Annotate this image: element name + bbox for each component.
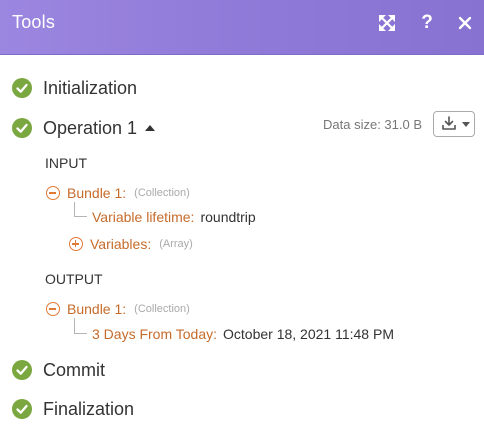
collapse-minus-icon[interactable]	[46, 302, 60, 316]
input-bundle-row[interactable]: Bundle 1: (Collection)	[46, 184, 190, 202]
output-bundle-row[interactable]: Bundle 1: (Collection)	[46, 300, 190, 318]
stage-label: Operation 1	[43, 117, 138, 138]
variable-lifetime-row: Variable lifetime: roundtrip	[92, 208, 256, 226]
bundle-type: (Collection)	[134, 303, 190, 315]
stage-commit[interactable]: Commit	[12, 358, 105, 382]
collapse-caret-icon[interactable]	[145, 125, 156, 131]
variable-lifetime-value: roundtrip	[200, 209, 256, 225]
stage-operation[interactable]: Operation 1	[12, 116, 156, 140]
bundle-key: Bundle 1:	[67, 185, 127, 201]
stage-initialization[interactable]: Initialization	[12, 76, 137, 100]
output-label: OUTPUT	[45, 271, 103, 287]
panel-header: Tools ?	[0, 0, 484, 55]
collapse-minus-icon[interactable]	[46, 186, 60, 200]
date-key: 3 Days From Today:	[92, 326, 218, 342]
bundle-key: Bundle 1:	[67, 301, 127, 317]
download-button[interactable]	[433, 111, 475, 137]
chevron-down-icon	[462, 122, 470, 127]
expand-plus-icon[interactable]	[69, 237, 83, 251]
tree-connector	[74, 202, 87, 217]
stage-finalization[interactable]: Finalization	[12, 397, 134, 421]
date-row: 3 Days From Today: October 18, 2021 11:4…	[92, 325, 394, 343]
check-icon	[12, 78, 32, 98]
expand-icon[interactable]	[377, 13, 397, 33]
variable-lifetime-key: Variable lifetime:	[92, 209, 195, 225]
check-icon	[12, 399, 32, 419]
variables-type: (Array)	[159, 238, 193, 250]
variables-key: Variables:	[90, 236, 152, 252]
data-size: Data size: 31.0 B	[323, 117, 422, 132]
tree-connector	[74, 318, 87, 334]
check-icon	[12, 360, 32, 380]
close-icon[interactable]	[455, 13, 475, 33]
check-icon	[12, 118, 32, 138]
bundle-type: (Collection)	[134, 187, 190, 199]
download-icon	[442, 116, 456, 130]
variables-row[interactable]: Variables: (Array)	[69, 235, 193, 253]
stage-label: Initialization	[43, 77, 138, 98]
input-label: INPUT	[45, 155, 87, 171]
date-value: October 18, 2021 11:48 PM	[223, 326, 394, 342]
panel-title: Tools	[12, 12, 56, 32]
help-icon[interactable]: ?	[417, 13, 437, 33]
stage-label: Finalization	[43, 398, 135, 419]
stage-label: Commit	[43, 359, 105, 380]
